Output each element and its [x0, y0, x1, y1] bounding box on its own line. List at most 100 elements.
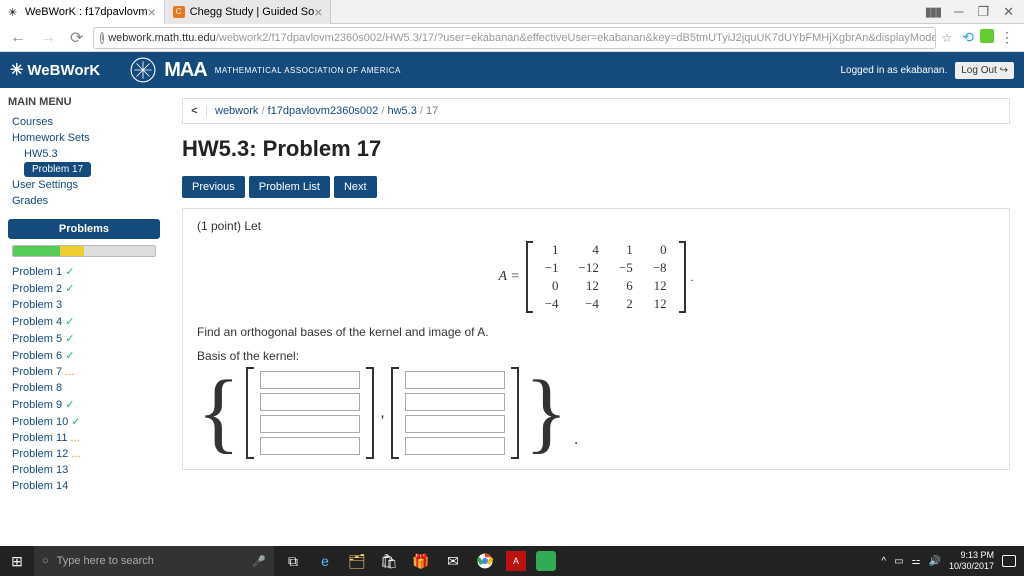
left-brace-icon: { — [197, 373, 240, 453]
bc-webwork[interactable]: webwork — [215, 105, 258, 117]
bc-course[interactable]: f17dpavlovm2360s002 — [268, 105, 379, 117]
kernel-v2-r4[interactable] — [405, 437, 505, 455]
browser-nav-bar: ← → ⟳ i webwork.math.ttu.edu/webwork2/f1… — [0, 24, 1024, 52]
problems-header: Problems — [8, 219, 160, 239]
chegg-favicon: C — [173, 6, 185, 18]
problem-link[interactable]: Problem 4 ✓ — [8, 313, 160, 330]
problem-link[interactable]: Problem 12 ... — [8, 446, 160, 462]
reload-icon[interactable]: ⟳ — [66, 28, 87, 48]
problem-link[interactable]: Problem 2 ✓ — [8, 280, 160, 297]
problem-link[interactable]: Problem 3 — [8, 297, 160, 313]
cobweb-icon: ✳ — [10, 60, 23, 80]
logged-in-text: Logged in as ekabanan. — [840, 65, 947, 76]
star-icon[interactable]: ☆ — [942, 31, 953, 45]
problem-list-button[interactable]: Problem List — [249, 176, 330, 198]
mic-icon[interactable]: 🎤 — [252, 555, 266, 568]
adobe-icon[interactable]: A — [506, 551, 526, 571]
tab-title: WeBWorK : f17dpavlovm — [25, 6, 147, 18]
sidebar: MAIN MENU Courses Homework Sets HW5.3 Pr… — [0, 88, 168, 546]
kernel-v2-r1[interactable] — [405, 371, 505, 389]
store-icon[interactable]: 🛍 — [378, 550, 400, 572]
problem-link[interactable]: Problem 13 — [8, 462, 160, 478]
task-view-icon[interactable]: ⧉ — [282, 550, 304, 572]
problem-link[interactable]: Problem 8 — [8, 380, 160, 396]
notifications-icon[interactable] — [1002, 555, 1016, 567]
kernel-v1-r2[interactable] — [260, 393, 360, 411]
main-menu-heading: MAIN MENU — [8, 96, 160, 108]
sidebar-user-settings[interactable]: User Settings — [8, 177, 160, 193]
problem-link[interactable]: Problem 14 — [8, 478, 160, 494]
sidebar-homework-sets[interactable]: Homework Sets — [8, 130, 160, 146]
close-window-icon[interactable]: ✕ — [1003, 4, 1014, 20]
browser-tab[interactable]: C Chegg Study | Guided So × — [165, 0, 332, 24]
kernel-v1-r1[interactable] — [260, 371, 360, 389]
problem-link[interactable]: Problem 5 ✓ — [8, 330, 160, 347]
menu-icon[interactable]: ⋮ — [1000, 29, 1014, 46]
webwork-favicon: ✳ — [8, 6, 20, 18]
kernel-v1-r4[interactable] — [260, 437, 360, 455]
bc-problem: 17 — [426, 105, 438, 117]
right-brace-icon: } — [525, 373, 568, 453]
tray-clock[interactable]: 9:13 PM 10/30/2017 — [949, 550, 994, 572]
problem-link[interactable]: Problem 9 ✓ — [8, 396, 160, 413]
sidebar-grades[interactable]: Grades — [8, 193, 160, 209]
sync-icon[interactable]: ⟲ — [962, 29, 974, 46]
tray-chevron-icon[interactable]: ^ — [881, 556, 886, 567]
next-button[interactable]: Next — [334, 176, 377, 198]
breadcrumb: < webwork / f17dpavlovm2360s002 / hw5.3 … — [182, 98, 1010, 124]
maximize-icon[interactable]: ❐ — [977, 4, 989, 20]
tab-title: Chegg Study | Guided So — [190, 6, 315, 18]
webwork-logo[interactable]: ✳ WeBWorK — [10, 60, 100, 80]
basis-label: Basis of the kernel: — [197, 349, 995, 363]
volume-icon[interactable]: 🔊 — [929, 556, 941, 567]
close-icon[interactable]: × — [314, 4, 322, 20]
progress-bar — [12, 245, 156, 257]
kernel-v2-r2[interactable] — [405, 393, 505, 411]
news-icon[interactable]: 🎁 — [410, 550, 432, 572]
forward-icon: → — [36, 29, 60, 47]
content-area: < webwork / f17dpavlovm2360s002 / hw5.3 … — [168, 88, 1024, 546]
problem-link[interactable]: Problem 7 ... — [8, 364, 160, 380]
kernel-v2-r3[interactable] — [405, 415, 505, 433]
problem-points: (1 point) Let — [197, 219, 995, 233]
mail-icon[interactable]: ✉ — [442, 550, 464, 572]
sidebar-courses[interactable]: Courses — [8, 114, 160, 130]
wifi-icon[interactable]: ⚍ — [912, 556, 921, 567]
close-icon[interactable]: × — [147, 4, 155, 20]
A-equals: A = — [498, 269, 519, 285]
search-placeholder: Type here to search — [57, 555, 154, 567]
extension-icon[interactable] — [980, 29, 994, 43]
problem-link[interactable]: Problem 11 ... — [8, 430, 160, 446]
problem-link[interactable]: Problem 6 ✓ — [8, 347, 160, 364]
page-title: HW5.3: Problem 17 — [182, 136, 1010, 162]
info-icon[interactable]: i — [100, 32, 104, 44]
back-icon[interactable]: ← — [6, 29, 30, 47]
browser-tab[interactable]: ✳ WeBWorK : f17dpavlovm × — [0, 0, 165, 24]
edge-icon[interactable]: e — [314, 550, 336, 572]
app-icon[interactable] — [536, 551, 556, 571]
previous-button[interactable]: Previous — [182, 176, 245, 198]
battery-icon[interactable]: ▭ — [894, 556, 903, 567]
explorer-icon[interactable]: 🗂 — [346, 550, 368, 572]
problem-instruction: Find an orthogonal bases of the kernel a… — [197, 325, 995, 339]
problem-link[interactable]: Problem 10 ✓ — [8, 413, 160, 430]
logout-button[interactable]: Log Out ↪ — [955, 62, 1014, 79]
kernel-v1-r3[interactable] — [260, 415, 360, 433]
chrome-icon[interactable] — [474, 550, 496, 572]
taskbar-search[interactable]: ○ Type here to search 🎤 — [34, 546, 274, 576]
problem-link[interactable]: Problem 1 ✓ — [8, 263, 160, 280]
kernel-basis-inputs: { , — [197, 367, 995, 459]
url-path: /webwork2/f17dpavlovm2360s002/HW5.3/17/?… — [216, 32, 936, 44]
maa-logo[interactable]: MAA MATHEMATICAL ASSOCIATION OF AMERICA — [130, 57, 401, 83]
webwork-header: ✳ WeBWorK MAA MATHEMATICAL ASSOCIATION O… — [0, 52, 1024, 88]
url-bar[interactable]: i webwork.math.ttu.edu/webwork2/f17dpavl… — [93, 27, 935, 49]
sidebar-current-problem[interactable]: Problem 17 — [24, 162, 91, 177]
bc-set[interactable]: hw5.3 — [387, 105, 416, 117]
matrix-A: 1410−1−12−5−8012612−4−4212 — [535, 241, 677, 313]
breadcrumb-back-icon[interactable]: < — [183, 105, 207, 117]
start-button[interactable]: ⊞ — [0, 553, 34, 570]
windows-taskbar: ⊞ ○ Type here to search 🎤 ⧉ e 🗂 🛍 🎁 ✉ A … — [0, 546, 1024, 576]
minimize-icon[interactable]: ─ — [954, 4, 963, 20]
sidebar-hw[interactable]: HW5.3 — [8, 146, 160, 162]
maa-icon — [130, 57, 156, 83]
